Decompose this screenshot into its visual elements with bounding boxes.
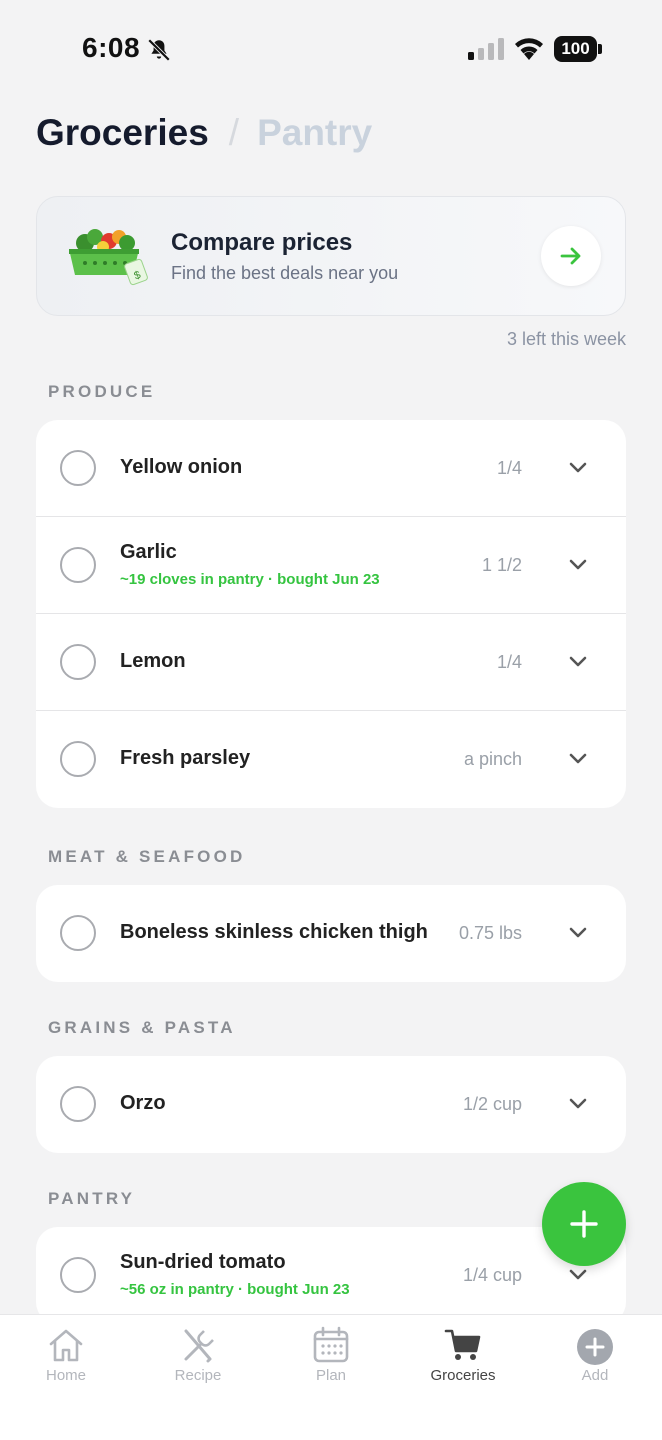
section-label-meat-seafood: MEAT & SEAFOOD [48, 847, 246, 866]
tab-plan[interactable]: Plan [276, 1325, 386, 1384]
list-item[interactable]: Garlic ~19 cloves in pantry · bought Jun… [36, 517, 626, 614]
item-checkbox[interactable] [60, 644, 96, 680]
item-quantity: a pinch [463, 749, 522, 769]
tab-separator: / [228, 112, 240, 153]
list-item[interactable]: Fresh parsley a pinch [36, 711, 626, 808]
item-quantity: 1/4 cup [462, 1265, 522, 1285]
shopping-cart-icon [444, 1329, 481, 1360]
item-pantry-note: ~19 cloves in pantry · bought Jun 23 [120, 571, 380, 588]
pantry-list: Sun-dried tomato ~56 oz in pantry · boug… [36, 1227, 626, 1324]
list-item[interactable]: Orzo 1/2 cup [36, 1056, 626, 1153]
bell-muted-icon [147, 38, 171, 62]
status-time: 6:08 [82, 32, 141, 63]
item-checkbox[interactable] [60, 1086, 96, 1122]
item-checkbox[interactable] [60, 915, 96, 951]
list-item[interactable]: Sun-dried tomato ~56 oz in pantry · boug… [36, 1227, 626, 1324]
add-circle-icon [577, 1329, 613, 1365]
compare-prices-card[interactable]: $ Compare prices Find the best deals nea… [36, 196, 626, 316]
tab-home[interactable]: Home [11, 1325, 121, 1384]
tab-pantry[interactable]: Pantry [257, 112, 372, 154]
promo-subtitle: Find the best deals near you [171, 263, 399, 283]
section-label-grains-pasta: GRAINS & PASTA [48, 1018, 236, 1037]
tab-groceries-nav[interactable]: Groceries [408, 1325, 518, 1384]
add-item-fab[interactable] [542, 1182, 626, 1266]
item-checkbox[interactable] [60, 1257, 96, 1293]
cellular-signal-icon [468, 38, 504, 60]
section-label-pantry: PANTRY [48, 1189, 136, 1208]
chevron-down-icon[interactable] [568, 458, 588, 478]
chevron-down-icon[interactable] [568, 749, 588, 769]
item-pantry-note: ~56 oz in pantry · bought Jun 23 [120, 1281, 350, 1298]
section-label-produce: PRODUCE [48, 382, 156, 401]
item-quantity: 1/4 [496, 652, 522, 672]
arrow-right-icon [560, 247, 581, 265]
grocery-basket-icon: $ [69, 229, 148, 286]
home-icon [49, 1329, 83, 1362]
item-quantity: 1/4 [496, 458, 522, 478]
item-name: Lemon [120, 650, 186, 672]
tab-plan-label: Plan [315, 1367, 347, 1384]
produce-list: Yellow onion 1/4 Garlic ~19 cloves in pa… [36, 420, 626, 808]
item-checkbox[interactable] [60, 450, 96, 486]
promo-title: Compare prices [171, 229, 353, 256]
item-name: Fresh parsley [120, 747, 251, 769]
plus-icon [570, 1210, 598, 1238]
chevron-down-icon[interactable] [568, 923, 588, 943]
item-checkbox[interactable] [60, 741, 96, 777]
fork-knife-icon [184, 1329, 214, 1363]
item-name: Boneless skinless chicken thigh [120, 921, 428, 943]
list-item[interactable]: Yellow onion 1/4 [36, 420, 626, 517]
chevron-down-icon[interactable] [568, 652, 588, 672]
tab-home-label: Home [45, 1367, 86, 1384]
list-item[interactable]: Lemon 1/4 [36, 614, 626, 711]
grains-pasta-list: Orzo 1/2 cup [36, 1056, 626, 1153]
tab-groceries[interactable]: Groceries [36, 112, 209, 154]
comparisons-remaining-note: 3 left this week [506, 329, 626, 349]
item-quantity: 0.75 lbs [458, 923, 522, 943]
item-name: Sun-dried tomato [120, 1251, 286, 1273]
promo-arrow-button[interactable] [541, 226, 601, 286]
list-item[interactable]: Boneless skinless chicken thigh 0.75 lbs [36, 885, 626, 982]
tab-add[interactable]: Add [540, 1325, 650, 1384]
item-name: Garlic [120, 541, 177, 563]
item-name: Orzo [120, 1092, 166, 1114]
item-name: Yellow onion [120, 456, 243, 478]
item-quantity: 1 1/2 [481, 555, 522, 575]
chevron-down-icon[interactable] [568, 1094, 588, 1114]
bottom-tab-bar: Home Recipe Plan Groceries Add [0, 1314, 662, 1440]
page-header-tabs: Groceries / Pantry [36, 112, 372, 162]
chevron-down-icon[interactable] [568, 1265, 588, 1285]
tab-recipe[interactable]: Recipe [143, 1325, 253, 1384]
status-bar: 6:08 100 [0, 0, 662, 96]
wifi-icon [515, 38, 543, 60]
tab-add-label: Add [581, 1367, 609, 1384]
battery-icon: 100 [554, 36, 602, 62]
chevron-down-icon[interactable] [568, 555, 588, 575]
item-checkbox[interactable] [60, 547, 96, 583]
meat-seafood-list: Boneless skinless chicken thigh 0.75 lbs [36, 885, 626, 982]
calendar-icon [313, 1326, 349, 1363]
tab-groceries-label: Groceries [430, 1367, 496, 1384]
tab-recipe-label: Recipe [174, 1367, 222, 1384]
item-quantity: 1/2 cup [462, 1094, 522, 1114]
